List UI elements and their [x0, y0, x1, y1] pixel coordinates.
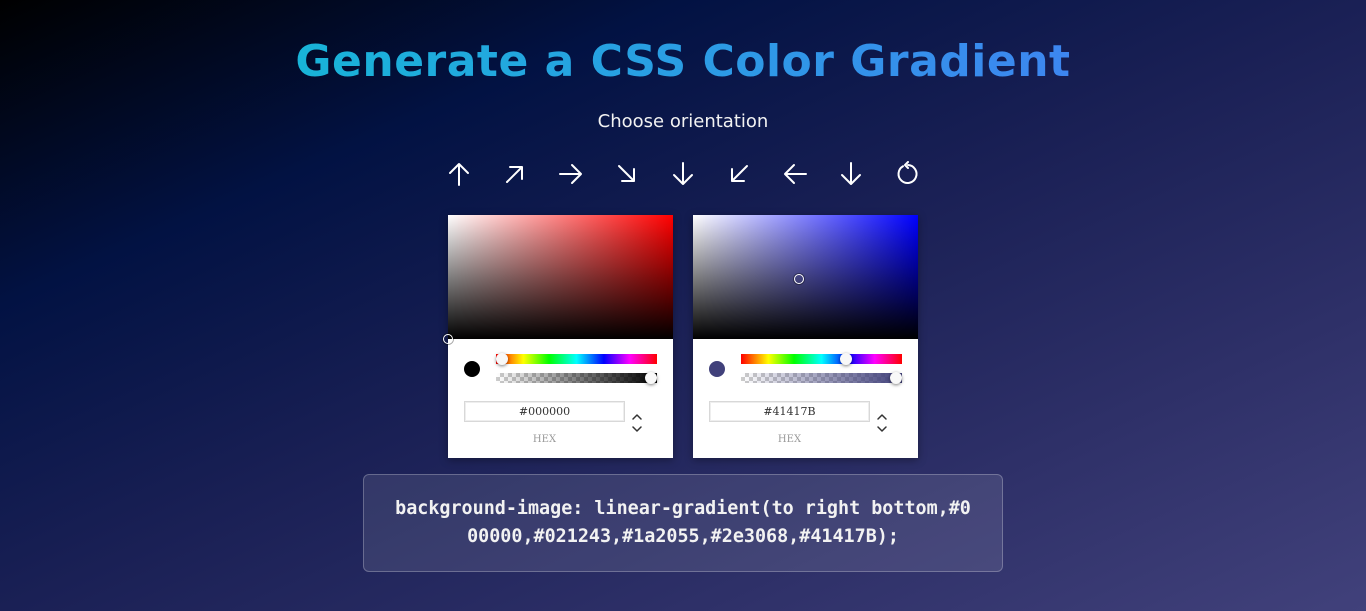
hue-slider[interactable]: [741, 353, 902, 365]
orientation-to-right-top-button[interactable]: [487, 157, 543, 191]
orientation-to-top-button[interactable]: [431, 157, 487, 191]
hue-slider[interactable]: [496, 353, 657, 365]
radial-refresh-icon: [897, 161, 918, 184]
orientation-radial-button[interactable]: [879, 157, 935, 191]
page-title: Generate a CSS Color Gradient: [295, 36, 1071, 87]
arrow-up-right-icon: [506, 166, 523, 183]
saturation-cursor[interactable]: [443, 334, 453, 344]
hex-label: HEX: [777, 434, 802, 445]
orientation-to-left-button[interactable]: [767, 157, 823, 191]
alpha-slider-thumb[interactable]: [890, 372, 902, 384]
arrow-down-left-icon: [731, 165, 748, 182]
arrow-right-icon: [559, 164, 582, 184]
format-toggle-icon[interactable]: [630, 412, 644, 434]
format-toggle-icon[interactable]: [875, 412, 889, 434]
orientation-to-left-bottom-button[interactable]: [711, 157, 767, 191]
orientation-subtitle: Choose orientation: [597, 111, 769, 132]
alpha-slider[interactable]: [496, 372, 657, 384]
arrow-up-icon: [449, 163, 469, 186]
orientation-to-bottom-button[interactable]: [655, 157, 711, 191]
color-swatch: [464, 361, 480, 377]
color-picker-start: #000000 HEX: [443, 215, 673, 458]
orientation-to-bottom-button-2[interactable]: [823, 157, 879, 191]
orientation-to-right-bottom-button[interactable]: [599, 157, 655, 191]
orientation-toolbar: [431, 157, 935, 191]
orientation-to-right-button[interactable]: [543, 157, 599, 191]
alpha-slider-thumb[interactable]: [645, 372, 657, 384]
css-output[interactable]: background-image: linear-gradient(to rig…: [363, 474, 1003, 572]
arrow-down-icon: [841, 162, 861, 185]
saturation-area[interactable]: [443, 215, 673, 344]
arrow-left-icon: [784, 164, 807, 184]
color-swatch: [709, 361, 725, 377]
arrow-down-right-icon: [618, 165, 635, 182]
arrow-down-icon: [673, 162, 693, 185]
alpha-slider[interactable]: [741, 372, 902, 384]
hue-slider-thumb[interactable]: [496, 353, 508, 365]
hex-input[interactable]: #000000: [464, 401, 625, 422]
hex-label: HEX: [532, 434, 557, 445]
hue-slider-thumb[interactable]: [840, 353, 853, 365]
saturation-area[interactable]: [693, 215, 918, 339]
color-picker-end: #41417B HEX: [693, 215, 918, 458]
hex-input[interactable]: #41417B: [709, 401, 870, 422]
